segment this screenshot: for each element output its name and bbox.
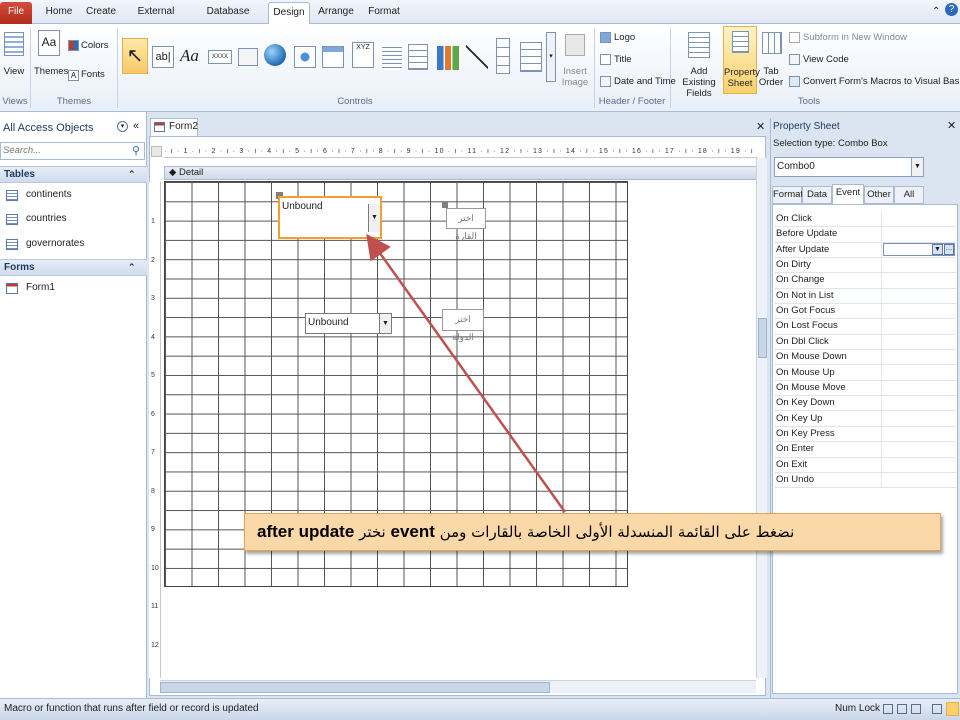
- callout-event: event: [390, 522, 435, 541]
- annotation-arrow: [366, 233, 567, 513]
- callout-text: نضغط على القائمة المنسدلة الأولى الخاصة …: [434, 523, 795, 541]
- callout-after-update: after update: [257, 522, 355, 541]
- instruction-callout: نضغط على القائمة المنسدلة الأولى الخاصة …: [244, 513, 941, 551]
- callout-mid: نختر: [354, 523, 391, 541]
